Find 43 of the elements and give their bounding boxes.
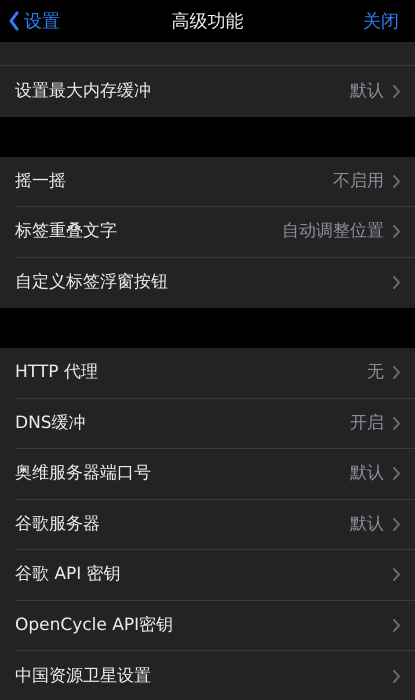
row-value: 默认: [350, 512, 384, 536]
settings-row[interactable]: 谷歌 API 密钥: [0, 550, 415, 600]
chevron-icon: [392, 618, 401, 633]
close-button[interactable]: 关闭: [363, 8, 399, 34]
row-label: 谷歌 API 密钥: [15, 563, 121, 586]
chevron-icon: [392, 516, 401, 532]
row-label: 自定义标签浮窗按钮: [15, 271, 168, 294]
row-label: 摇一摇: [15, 170, 66, 192]
row-label: OpenCycle API密钥: [15, 614, 174, 636]
settings-row[interactable]: 自定义标签浮窗按钮: [0, 258, 415, 308]
back-icon: [8, 10, 20, 32]
chevron-icon: [392, 567, 401, 582]
row-label: 设置最大内存缓冲: [15, 80, 151, 102]
chevron-icon: [392, 84, 401, 99]
chevron-icon: [392, 466, 401, 482]
row-value: 默认: [350, 80, 384, 102]
row-label: DNS缓冲: [15, 412, 86, 434]
settings-row[interactable]: 奥维服务器端口号 默认: [0, 449, 415, 500]
settings-row[interactable]: 谷歌服务器 默认: [0, 500, 415, 550]
settings-row[interactable]: HTTP 代理 无: [0, 348, 415, 398]
row-label: HTTP 代理: [15, 361, 98, 384]
row-label: 谷歌服务器: [15, 512, 100, 536]
page-title: 高级功能: [172, 10, 244, 34]
row-value: 开启: [350, 412, 384, 434]
chevron-icon: [392, 275, 401, 290]
settings-row[interactable]: 中国资源卫星设置: [0, 651, 415, 700]
chevron-icon: [392, 416, 401, 431]
chevron-icon: [392, 174, 401, 189]
row-value: 自动调整位置: [282, 220, 384, 243]
settings-row[interactable]: OpenCycle API密钥: [0, 600, 415, 651]
row-value: 默认: [350, 462, 384, 485]
row-value: 无: [367, 361, 384, 384]
row-label: 奥维服务器端口号: [15, 462, 151, 485]
back-button[interactable]: 设置: [8, 8, 60, 34]
settings-row[interactable]: 标签重叠文字 自动调整位置: [0, 207, 415, 258]
chevron-icon: [392, 668, 401, 684]
chevron-icon: [392, 365, 401, 380]
row-label: 标签重叠文字: [15, 220, 117, 243]
row-label: 中国资源卫星设置: [15, 664, 151, 688]
settings-row[interactable]: DNS缓冲 开启: [0, 398, 415, 449]
settings-row[interactable]: 摇一摇 不启用: [0, 156, 415, 207]
row-value: 不启用: [333, 170, 384, 192]
chevron-icon: [392, 224, 401, 240]
